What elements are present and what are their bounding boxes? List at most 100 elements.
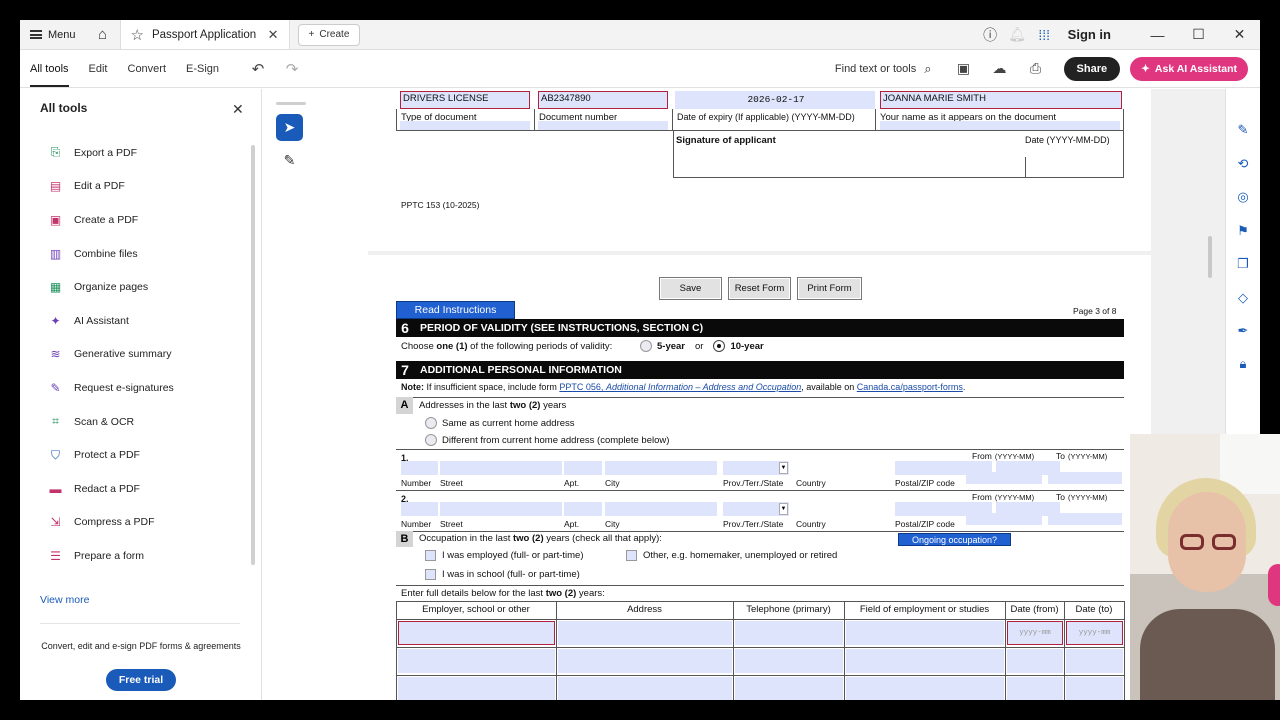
radio-same-address[interactable]: [425, 417, 437, 429]
name-field-extra[interactable]: [880, 121, 1120, 130]
tool-item[interactable]: ▥ Combine files: [48, 237, 248, 271]
radio-5-year[interactable]: [640, 340, 652, 352]
school-option[interactable]: I was in school (full- or part-time): [425, 569, 580, 580]
tool-item[interactable]: ⛉ Protect a PDF: [48, 438, 248, 472]
pptc056-link[interactable]: PPTC 056, Additional Information – Addre…: [559, 382, 801, 392]
print-icon[interactable]: ⎙: [1018, 60, 1054, 77]
tool-item[interactable]: ▬ Redact a PDF: [48, 472, 248, 506]
minimize-icon[interactable]: —: [1137, 27, 1178, 43]
table-cell-input[interactable]: [1007, 677, 1063, 700]
save-form-button[interactable]: Save: [659, 277, 722, 300]
ongoing-occupation-button[interactable]: Ongoing occupation?: [898, 533, 1011, 546]
other-option[interactable]: Other, e.g. homemaker, unemployed or ret…: [626, 550, 837, 561]
tool-item[interactable]: ⎘ Export a PDF: [48, 136, 248, 170]
different-address-option[interactable]: Different from current home address (com…: [425, 434, 669, 446]
read-instructions-button[interactable]: Read Instructions: [396, 301, 515, 319]
table-cell-input[interactable]: [398, 649, 555, 673]
toolbar-convert[interactable]: Convert: [118, 50, 177, 87]
table-cell-input[interactable]: [398, 677, 555, 700]
doc-type-field[interactable]: DRIVERS LICENSE: [400, 91, 530, 109]
star-icon[interactable]: ☆: [131, 26, 144, 44]
close-tab-icon[interactable]: ✕: [268, 27, 279, 43]
checkbox-other[interactable]: [626, 550, 637, 561]
apps-grid-icon[interactable]: ⁞⁞⁞: [1031, 27, 1058, 43]
tool-item[interactable]: ≋ Generative summary: [48, 338, 248, 372]
free-trial-button[interactable]: Free trial: [106, 669, 176, 691]
search-document-icon[interactable]: ◎: [1234, 189, 1252, 207]
expiry-field[interactable]: 2026-02-17: [675, 91, 875, 109]
close-window-icon[interactable]: ✕: [1219, 26, 1260, 43]
table-cell-input[interactable]: [398, 621, 555, 645]
employed-option[interactable]: I was employed (full- or part-time): [425, 550, 583, 561]
table-cell-input[interactable]: [735, 677, 843, 700]
panel-scrollbar[interactable]: [251, 145, 255, 565]
tool-item[interactable]: ⌗ Scan & OCR: [48, 405, 248, 439]
document-tab[interactable]: ☆ Passport Application FIL... ✕: [119, 20, 290, 49]
table-cell-input[interactable]: yyyy-mm: [1066, 621, 1123, 645]
city-field[interactable]: [605, 461, 717, 475]
redo-icon[interactable]: ↷: [275, 60, 309, 78]
ask-ai-assistant-button[interactable]: ✦ Ask AI Assistant: [1130, 56, 1248, 81]
help-icon[interactable]: ⓘ: [977, 25, 1004, 45]
city-field[interactable]: [605, 502, 717, 516]
view-more-link[interactable]: View more: [40, 594, 89, 606]
radio-10-year[interactable]: [713, 340, 726, 352]
tool-item[interactable]: ▦ Organize pages: [48, 270, 248, 304]
layers-icon[interactable]: ◇: [1234, 290, 1252, 308]
save-icon[interactable]: ▣: [946, 60, 982, 77]
doc-number-field[interactable]: AB2347890: [538, 91, 668, 109]
from-date-field[interactable]: [966, 513, 1042, 525]
number-field-extra[interactable]: [538, 121, 668, 130]
name-on-doc-field[interactable]: JOANNA MARIE SMITH: [880, 91, 1122, 109]
close-panel-icon[interactable]: ✕: [232, 101, 244, 118]
table-cell-input[interactable]: [846, 621, 1004, 645]
canada-passport-forms-link[interactable]: Canada.ca/passport-forms: [857, 382, 963, 392]
toolbar-edit[interactable]: Edit: [79, 50, 118, 87]
table-cell-input[interactable]: [1066, 677, 1123, 700]
tool-item[interactable]: ✦ AI Assistant: [48, 304, 248, 338]
table-cell-input[interactable]: [735, 649, 843, 673]
document-scrollbar[interactable]: [1208, 236, 1212, 278]
street-field[interactable]: [440, 502, 562, 516]
lock-icon[interactable]: 🔒︎: [1234, 356, 1252, 374]
notifications-bell-icon[interactable]: 🔔︎: [1004, 26, 1031, 43]
radio-different-address[interactable]: [425, 434, 437, 446]
to-date-field[interactable]: [1048, 472, 1122, 484]
apt-field[interactable]: [564, 461, 602, 475]
copy-pages-icon[interactable]: ❐: [1234, 256, 1252, 274]
checkbox-school[interactable]: [425, 569, 436, 580]
table-cell-input[interactable]: [558, 677, 732, 700]
checkbox-employed[interactable]: [425, 550, 436, 561]
table-cell-input[interactable]: yyyy-mm: [1007, 621, 1063, 645]
upload-cloud-icon[interactable]: ☁: [982, 60, 1018, 77]
create-button[interactable]: + Create: [297, 23, 361, 46]
menu-button[interactable]: Menu: [20, 20, 86, 49]
share-button[interactable]: Share: [1063, 56, 1121, 81]
comment-icon[interactable]: ✎: [1234, 122, 1252, 140]
number-field[interactable]: [401, 461, 438, 475]
table-cell-input[interactable]: [558, 621, 732, 645]
drag-handle[interactable]: [276, 102, 306, 105]
type-field-extra[interactable]: [400, 121, 530, 130]
undo-icon[interactable]: ↶: [241, 60, 275, 78]
table-cell-input[interactable]: [846, 649, 1004, 673]
same-address-option[interactable]: Same as current home address: [425, 417, 575, 429]
toolbar-esign[interactable]: E-Sign: [176, 50, 229, 87]
dropdown-arrow-icon[interactable]: ▼: [779, 462, 788, 474]
number-field[interactable]: [401, 502, 438, 516]
draw-pen-icon[interactable]: ✎: [276, 147, 303, 174]
table-cell-input[interactable]: [558, 649, 732, 673]
table-cell-input[interactable]: [1007, 649, 1063, 673]
share-link-icon[interactable]: ⟲: [1234, 156, 1252, 174]
pen-icon[interactable]: ✒: [1234, 323, 1252, 341]
home-icon[interactable]: ⌂: [86, 20, 120, 49]
reset-form-button[interactable]: Reset Form: [728, 277, 791, 300]
tool-item[interactable]: ⇲ Compress a PDF: [48, 506, 248, 540]
apt-field[interactable]: [564, 502, 602, 516]
sign-in-link[interactable]: Sign in: [1068, 27, 1111, 42]
tool-item[interactable]: ✎ Request e-signatures: [48, 371, 248, 405]
find-tools[interactable]: Find text or tools ⌕: [835, 61, 932, 77]
select-cursor-icon[interactable]: ➤: [276, 114, 303, 141]
from-date-field[interactable]: [966, 472, 1042, 484]
tool-item[interactable]: ☰ Prepare a form: [48, 539, 248, 573]
